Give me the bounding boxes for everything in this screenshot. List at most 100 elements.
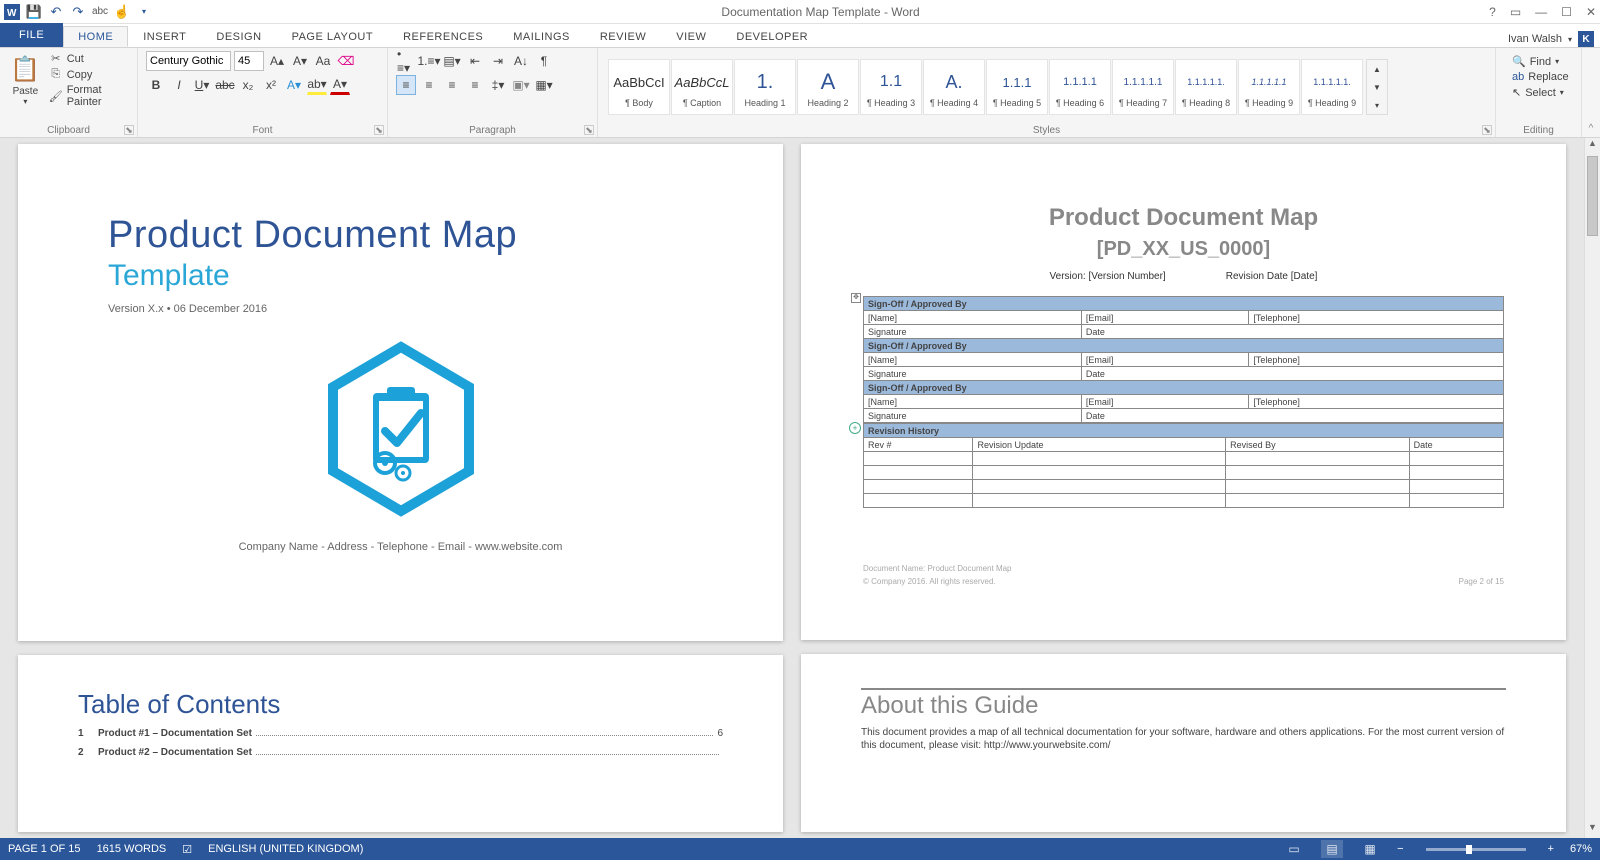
decrease-indent-icon[interactable]: ⇤ xyxy=(465,51,485,71)
collapse-ribbon-icon[interactable]: ^ xyxy=(1589,123,1594,134)
numbering-icon[interactable]: 1.≡▾ xyxy=(419,51,439,71)
page-3[interactable]: Table of Contents 1 Product #1 – Documen… xyxy=(18,655,783,832)
font-size-input[interactable] xyxy=(234,51,264,71)
tab-file[interactable]: FILE xyxy=(0,23,63,47)
styles-more-icon[interactable]: ▾ xyxy=(1367,96,1387,114)
style-heading1[interactable]: 1.Heading 1 xyxy=(734,59,796,115)
tab-developer[interactable]: DEVELOPER xyxy=(721,26,823,47)
shrink-font-icon[interactable]: A▾ xyxy=(290,51,310,71)
align-left-icon[interactable]: ≡ xyxy=(396,75,416,95)
table-insert-icon[interactable]: + xyxy=(849,422,861,434)
qat-more-icon[interactable]: ▾ xyxy=(136,4,152,20)
paste-button[interactable]: 📋 Paste ▾ xyxy=(8,51,43,106)
zoom-in-icon[interactable]: + xyxy=(1548,843,1554,855)
close-icon[interactable]: ✕ xyxy=(1586,5,1596,19)
status-lang[interactable]: ENGLISH (UNITED KINGDOM) xyxy=(208,843,363,855)
revision-table[interactable]: Revision History Rev #Revision UpdateRev… xyxy=(863,423,1504,508)
font-color-icon[interactable]: A▾ xyxy=(330,75,350,95)
style-heading2[interactable]: AHeading 2 xyxy=(797,59,859,115)
highlight-icon[interactable]: ab▾ xyxy=(307,75,327,95)
copy-button[interactable]: ⎘Copy xyxy=(47,67,129,82)
align-right-icon[interactable]: ≡ xyxy=(442,75,462,95)
cut-button[interactable]: ✂Cut xyxy=(47,51,129,66)
superscript-icon[interactable]: x² xyxy=(261,75,281,95)
zoom-out-icon[interactable]: − xyxy=(1397,843,1403,855)
save-icon[interactable]: 💾 xyxy=(26,4,42,20)
print-layout-icon[interactable]: ▤ xyxy=(1321,840,1343,858)
bold-icon[interactable]: B xyxy=(146,75,166,95)
zoom-slider[interactable] xyxy=(1426,848,1526,851)
scroll-down-icon[interactable]: ▼ xyxy=(1585,822,1600,838)
undo-icon[interactable]: ↶ xyxy=(48,4,64,20)
page-4[interactable]: About this Guide This document provides … xyxy=(801,654,1566,832)
select-button[interactable]: ↖Select ▾ xyxy=(1510,85,1567,100)
format-painter-button[interactable]: 🖌Format Painter xyxy=(47,83,129,109)
help-icon[interactable]: ? xyxy=(1489,5,1496,19)
style-heading5[interactable]: 1.1.1¶ Heading 5 xyxy=(986,59,1048,115)
sort-icon[interactable]: A↓ xyxy=(511,51,531,71)
signoff-table[interactable]: Sign-Off / Approved By [Name][Email][Tel… xyxy=(863,296,1504,423)
style-caption[interactable]: AaBbCcL¶ Caption xyxy=(671,59,733,115)
tab-view[interactable]: VIEW xyxy=(661,26,721,47)
tab-insert[interactable]: INSERT xyxy=(128,26,201,47)
status-words[interactable]: 1615 WORDS xyxy=(97,843,167,855)
style-heading9[interactable]: 1.1.1.1.1¶ Heading 9 xyxy=(1238,59,1300,115)
scroll-up-icon[interactable]: ▲ xyxy=(1585,138,1600,154)
document-area[interactable]: Product Document Map Template Version X.… xyxy=(0,138,1584,838)
tab-page-layout[interactable]: PAGE LAYOUT xyxy=(277,26,389,47)
styles-scroll-up-icon[interactable]: ▲ xyxy=(1367,60,1387,78)
maximize-icon[interactable]: ☐ xyxy=(1561,5,1572,19)
table-anchor-icon[interactable]: ✥ xyxy=(851,293,861,303)
clipboard-dialog-launcher[interactable]: ⬊ xyxy=(124,125,134,135)
page-1[interactable]: Product Document Map Template Version X.… xyxy=(18,144,783,641)
bullets-icon[interactable]: • ≡▾ xyxy=(396,51,416,71)
paragraph-dialog-launcher[interactable]: ⬊ xyxy=(584,125,594,135)
show-marks-icon[interactable]: ¶ xyxy=(534,51,554,71)
proofing-icon[interactable]: ☑ xyxy=(182,843,192,856)
tab-home[interactable]: HOME xyxy=(63,26,128,47)
style-heading3[interactable]: 1.1¶ Heading 3 xyxy=(860,59,922,115)
font-name-input[interactable] xyxy=(146,51,231,71)
tab-review[interactable]: REVIEW xyxy=(585,26,661,47)
styles-gallery[interactable]: AaBbCcI¶ Body AaBbCcL¶ Caption 1.Heading… xyxy=(606,51,1487,135)
change-case-icon[interactable]: Aa xyxy=(313,51,333,71)
read-mode-icon[interactable]: ▭ xyxy=(1283,840,1305,858)
justify-icon[interactable]: ≡ xyxy=(465,75,485,95)
page-2[interactable]: Product Document Map [PD_XX_US_0000] Ver… xyxy=(801,144,1566,640)
redo-icon[interactable]: ↷ xyxy=(70,4,86,20)
styles-dialog-launcher[interactable]: ⬊ xyxy=(1482,125,1492,135)
increase-indent-icon[interactable]: ⇥ xyxy=(488,51,508,71)
style-heading8[interactable]: 1.1.1.1.1.¶ Heading 8 xyxy=(1175,59,1237,115)
minimize-icon[interactable]: — xyxy=(1535,5,1547,19)
style-heading7[interactable]: 1.1.1.1.1¶ Heading 7 xyxy=(1112,59,1174,115)
web-layout-icon[interactable]: ▦ xyxy=(1359,840,1381,858)
style-body[interactable]: AaBbCcI¶ Body xyxy=(608,59,670,115)
tab-references[interactable]: REFERENCES xyxy=(388,26,498,47)
text-effects-icon[interactable]: A▾ xyxy=(284,75,304,95)
tab-mailings[interactable]: MAILINGS xyxy=(498,26,585,47)
shading-icon[interactable]: ▣▾ xyxy=(511,75,531,95)
style-heading6[interactable]: 1.1.1.1¶ Heading 6 xyxy=(1049,59,1111,115)
line-spacing-icon[interactable]: ‡▾ xyxy=(488,75,508,95)
user-account[interactable]: Ivan Walsh ▾ K xyxy=(1508,31,1600,47)
scroll-thumb[interactable] xyxy=(1587,156,1598,236)
italic-icon[interactable]: I xyxy=(169,75,189,95)
align-center-icon[interactable]: ≡ xyxy=(419,75,439,95)
tab-design[interactable]: DESIGN xyxy=(201,26,276,47)
underline-icon[interactable]: U▾ xyxy=(192,75,212,95)
font-dialog-launcher[interactable]: ⬊ xyxy=(374,125,384,135)
borders-icon[interactable]: ▦▾ xyxy=(534,75,554,95)
status-page[interactable]: PAGE 1 OF 15 xyxy=(8,843,81,855)
vertical-scrollbar[interactable]: ▲ ▼ xyxy=(1584,138,1600,838)
replace-button[interactable]: abReplace xyxy=(1510,70,1567,84)
touch-icon[interactable]: ☝ xyxy=(114,4,130,20)
style-heading4[interactable]: A.¶ Heading 4 xyxy=(923,59,985,115)
find-button[interactable]: 🔍Find ▾ xyxy=(1510,54,1567,69)
clear-format-icon[interactable]: ⌫ xyxy=(336,51,356,71)
subscript-icon[interactable]: x₂ xyxy=(238,75,258,95)
ribbon-display-icon[interactable]: ▭ xyxy=(1510,5,1521,19)
multilevel-icon[interactable]: ▤▾ xyxy=(442,51,462,71)
zoom-level[interactable]: 67% xyxy=(1570,843,1592,855)
strike-icon[interactable]: abc xyxy=(215,75,235,95)
style-heading9b[interactable]: 1.1.1.1.1.¶ Heading 9 xyxy=(1301,59,1363,115)
